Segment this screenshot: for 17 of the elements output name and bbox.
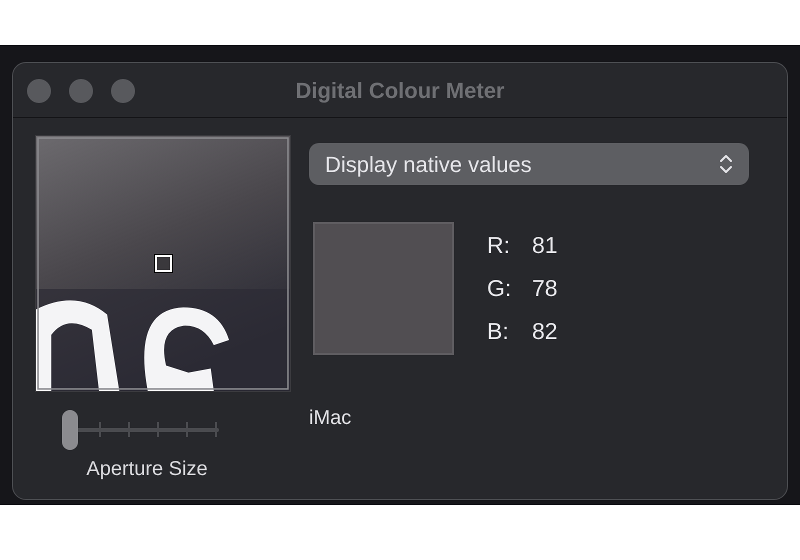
window-title: Digital Colour Meter bbox=[295, 76, 504, 105]
channel-label: R: bbox=[487, 231, 511, 260]
aperture-slider[interactable] bbox=[62, 410, 218, 450]
minimize-button[interactable] bbox=[69, 79, 93, 103]
channel-label: B: bbox=[487, 317, 510, 346]
channel-label: G: bbox=[487, 274, 512, 303]
zoom-button[interactable] bbox=[111, 79, 135, 103]
slider-label: Aperture Size bbox=[86, 457, 208, 482]
chevron-updown-icon bbox=[719, 152, 733, 176]
close-button[interactable] bbox=[27, 79, 51, 103]
channel-value: 82 bbox=[532, 317, 558, 346]
channel-value: 78 bbox=[532, 274, 558, 303]
aperture-marker bbox=[155, 255, 172, 272]
slider-thumb[interactable] bbox=[62, 410, 78, 450]
display-name: iMac bbox=[309, 406, 352, 431]
channel-value: 81 bbox=[532, 231, 558, 260]
mode-popup[interactable]: Display native values bbox=[309, 143, 749, 185]
